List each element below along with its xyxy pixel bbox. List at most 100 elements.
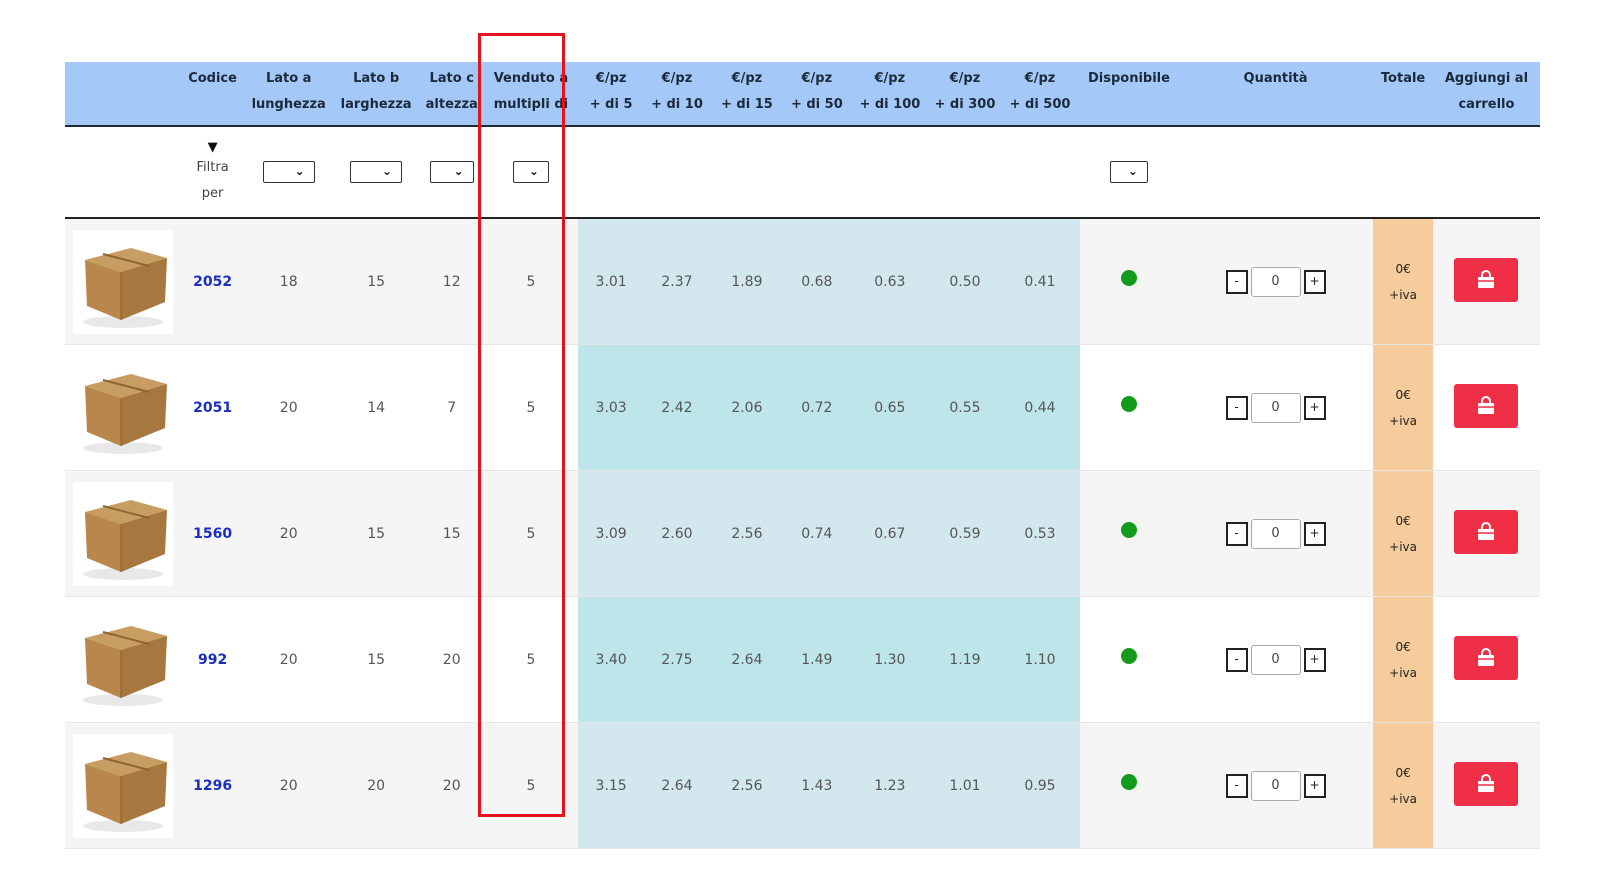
- product-box-image[interactable]: [72, 481, 173, 586]
- lato-b-value: 14: [332, 344, 420, 471]
- availability-cell: [1080, 470, 1178, 597]
- quantity-input[interactable]: 0: [1250, 392, 1301, 423]
- quantity-input[interactable]: 0: [1250, 644, 1301, 675]
- available-dot-icon: [1120, 269, 1137, 286]
- filter-funnel-icon: ▼: [207, 140, 218, 155]
- filter-lato-b-select[interactable]: ⌄: [350, 161, 403, 183]
- quantity-plus-button[interactable]: +: [1303, 773, 1326, 798]
- quantity-stepper: -0 +: [1225, 518, 1326, 549]
- column-header-14: Quantità: [1177, 62, 1374, 127]
- total-cell: 0€ +iva: [1373, 722, 1433, 849]
- product-code-link[interactable]: 1560: [180, 470, 245, 597]
- quantity-input[interactable]: 0: [1250, 518, 1301, 549]
- price-p500: 0.53: [999, 470, 1081, 597]
- chevron-down-icon: ⌄: [1127, 164, 1138, 178]
- total-cell: 0€ +iva: [1373, 344, 1433, 471]
- column-header-line2: multipli di: [493, 97, 569, 112]
- lato-a-value: 20: [244, 470, 333, 597]
- quantity-input[interactable]: 0: [1250, 266, 1301, 297]
- lato-a-value: 20: [244, 722, 333, 849]
- multipli-value: 5: [483, 596, 579, 723]
- multipli-value: 5: [483, 218, 579, 345]
- filter-lato-a-select[interactable]: ⌄: [262, 161, 315, 183]
- product-code-link[interactable]: 2052: [180, 218, 245, 345]
- column-header-line1: Lato a: [265, 71, 312, 86]
- quantity-cell: -0 +: [1177, 722, 1374, 849]
- column-header-line1: €/pz: [949, 71, 981, 86]
- price-p50: 1.49: [783, 596, 850, 723]
- add-to-cart-cell: [1432, 344, 1540, 471]
- table-row: 2052 18 15 12 5 3.01 2.37 1.89 0.68 0.63 0.50 0.41 -…: [65, 218, 1540, 345]
- column-header-10: €/pz + di 100: [849, 62, 930, 127]
- column-header-line1: Disponibile: [1087, 71, 1170, 86]
- quantity-minus-button[interactable]: -: [1225, 773, 1248, 798]
- column-header-line1: Quantità: [1243, 71, 1308, 86]
- total-value: 0€: [1395, 513, 1411, 528]
- table-row: 1296 20 20 20 5 3.15 2.64 2.56 1.43 1.23 1.01 0.95-…: [65, 722, 1540, 849]
- product-code-link[interactable]: 1296: [180, 722, 245, 849]
- product-code-link[interactable]: 992: [180, 596, 245, 723]
- column-header-line1: €/pz: [801, 71, 833, 86]
- price-p500: 0.41: [999, 218, 1081, 345]
- filter-lato-c-select[interactable]: ⌄: [429, 161, 474, 183]
- filter-multipli-select[interactable]: ⌄: [512, 161, 549, 183]
- filter-disponibile-select[interactable]: ⌄: [1109, 161, 1148, 183]
- price-p300: 0.55: [929, 344, 1000, 471]
- total-value: 0€: [1395, 765, 1411, 780]
- price-p50: 0.72: [783, 344, 850, 471]
- availability-cell: [1080, 596, 1178, 723]
- quantity-cell: -0 +: [1177, 218, 1374, 345]
- column-header-line1: €/pz: [731, 71, 763, 86]
- total-cell: 0€ +iva: [1373, 218, 1433, 345]
- product-code-link[interactable]: 2051: [180, 344, 245, 471]
- table-body: 2052 18 15 12 5 3.01 2.37 1.89 0.68 0.63 0.50 0.41-…: [65, 218, 1540, 849]
- add-to-cart-cell: [1432, 596, 1540, 723]
- product-image-cell: [65, 344, 181, 471]
- add-to-cart-button[interactable]: [1454, 635, 1519, 680]
- add-to-cart-button[interactable]: [1454, 509, 1519, 554]
- product-box-image[interactable]: [72, 733, 173, 838]
- filter-lato-c-cell: ⌄: [419, 126, 484, 219]
- price-p5: 3.01: [578, 218, 645, 345]
- column-header-line1: Codice: [188, 71, 237, 86]
- column-header-0: [65, 62, 181, 127]
- quantity-stepper: -0 +: [1225, 770, 1326, 801]
- quantity-minus-button[interactable]: -: [1225, 395, 1248, 420]
- quantity-input[interactable]: 0: [1250, 770, 1301, 801]
- column-header-line1: Lato c: [429, 71, 474, 86]
- column-header-9: €/pz + di 50: [783, 62, 850, 127]
- product-image-cell: [65, 470, 181, 597]
- chevron-down-icon: ⌄: [382, 164, 393, 178]
- quantity-cell: -0 +: [1177, 596, 1374, 723]
- add-to-cart-button[interactable]: [1454, 257, 1519, 302]
- column-header-line1: Lato b: [353, 71, 400, 86]
- quantity-plus-button[interactable]: +: [1303, 521, 1326, 546]
- quantity-minus-button[interactable]: -: [1225, 269, 1248, 294]
- price-p500: 0.95: [999, 722, 1081, 849]
- price-p50: 1.43: [783, 722, 850, 849]
- availability-cell: [1080, 344, 1178, 471]
- table-row: 1560 20 15 15 5 3.09 2.60 2.56 0.74 0.67 0.59 0.53-…: [65, 470, 1540, 597]
- price-p50: 0.68: [783, 218, 850, 345]
- quantity-minus-button[interactable]: -: [1225, 647, 1248, 672]
- table-row: 2051 20 14 7 5 3.03 2.42 2.06 0.72 0.65 0.55 0.44-0…: [65, 344, 1540, 471]
- add-to-cart-button[interactable]: [1454, 761, 1519, 806]
- column-header-5: Venduto a multipli di: [483, 62, 579, 127]
- price-p15: 1.89: [709, 218, 784, 345]
- quantity-plus-button[interactable]: +: [1303, 395, 1326, 420]
- quantity-plus-button[interactable]: +: [1303, 269, 1326, 294]
- add-to-cart-button[interactable]: [1454, 383, 1519, 428]
- product-box-image[interactable]: [72, 229, 173, 334]
- filter-price-empty: [578, 126, 1081, 219]
- quantity-minus-button[interactable]: -: [1225, 521, 1248, 546]
- lato-b-value: 15: [332, 470, 420, 597]
- filter-row: ▼ Filtra per ⌄ ⌄ ⌄ ⌄ ⌄: [65, 126, 1540, 219]
- total-iva-label: +iva: [1389, 539, 1417, 554]
- price-p100: 0.67: [849, 470, 930, 597]
- quantity-plus-button[interactable]: +: [1303, 647, 1326, 672]
- price-p10: 2.60: [644, 470, 710, 597]
- product-box-image[interactable]: [72, 355, 173, 460]
- available-dot-icon: [1120, 521, 1137, 538]
- product-box-image[interactable]: [72, 607, 173, 712]
- price-p300: 0.59: [929, 470, 1000, 597]
